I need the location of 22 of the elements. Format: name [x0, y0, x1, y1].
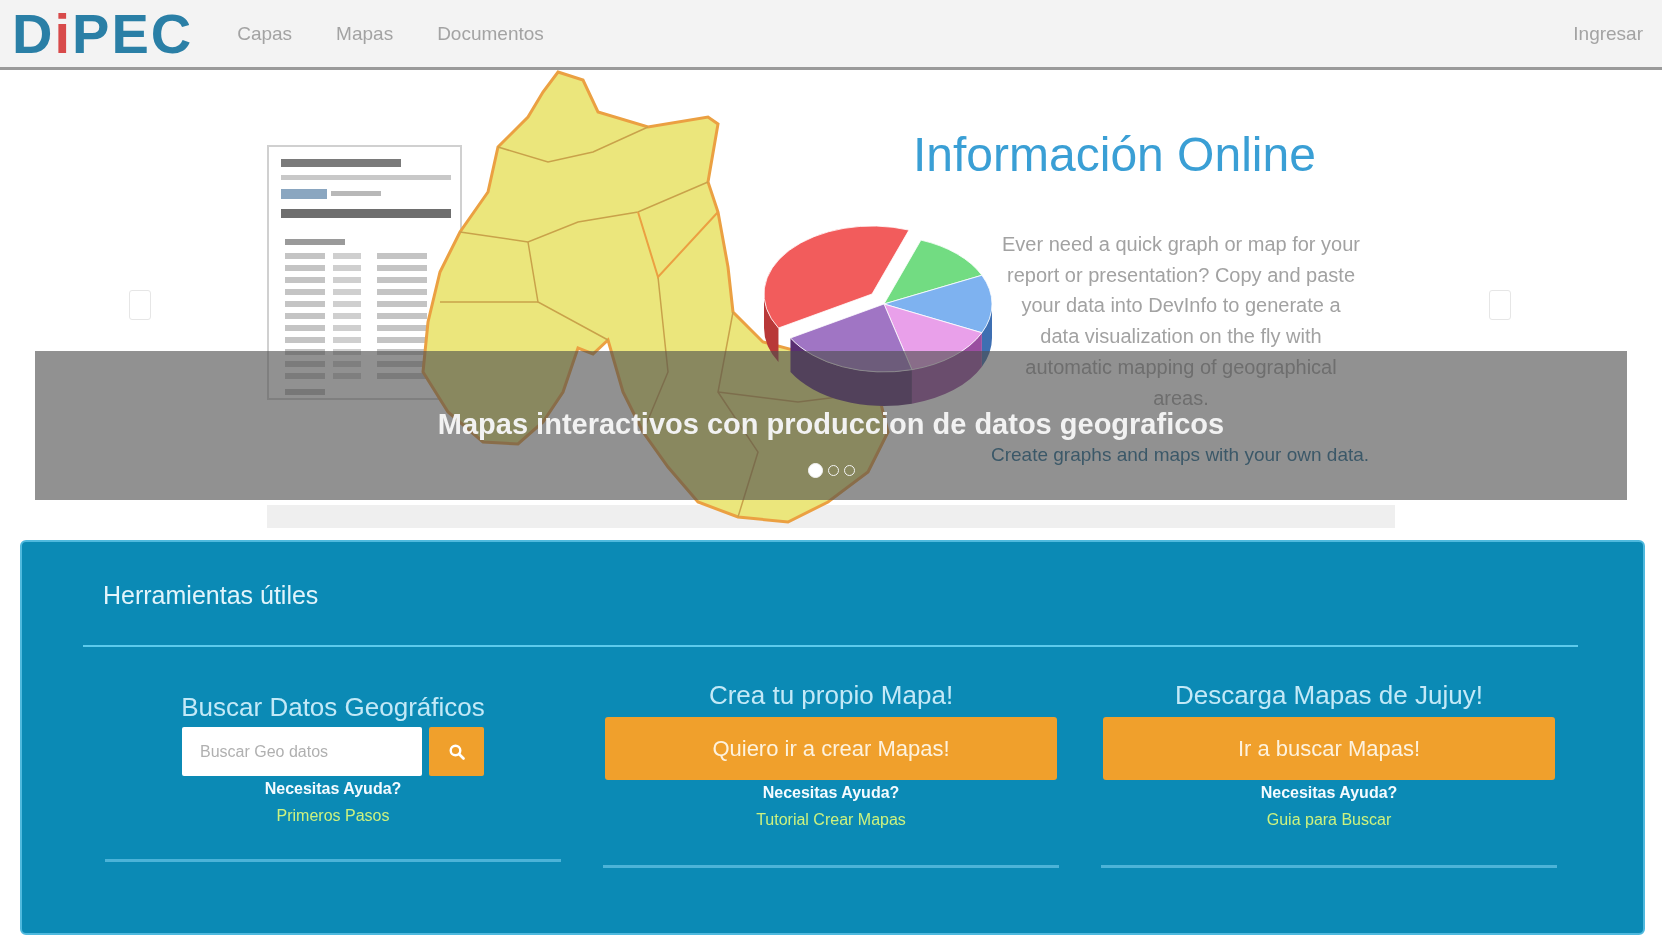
card-heading: Crea tu propio Mapa!: [708, 679, 954, 711]
nav-link[interactable]: Mapas: [314, 18, 416, 49]
help-text: Necesitas Ayuda?: [762, 783, 900, 803]
card-heading: Buscar Datos Geográficos: [181, 691, 485, 723]
help-link[interactable]: Primeros Pasos: [276, 804, 390, 828]
nav-link[interactable]: Documentos: [415, 18, 566, 49]
help-link[interactable]: Tutorial Crear Mapas: [756, 808, 906, 832]
help-text: Necesitas Ayuda?: [1260, 783, 1398, 803]
tools-title: Herramientas útiles: [103, 580, 319, 610]
action-button[interactable]: Ir a buscar Mapas!: [1103, 717, 1555, 780]
slide-title: Información Online: [913, 127, 1316, 182]
action-button[interactable]: Quiero ir a crear Mapas!: [605, 717, 1057, 780]
card-heading: Descarga Mapas de Jujuy!: [1175, 679, 1483, 711]
help-text: Necesitas Ayuda?: [264, 779, 402, 799]
search-button[interactable]: [429, 727, 484, 776]
logo[interactable]: DiPEC: [12, 5, 194, 62]
search-icon: [448, 743, 465, 760]
login-link[interactable]: Ingresar: [1573, 22, 1643, 45]
nav-link[interactable]: Capas: [215, 18, 315, 49]
search-field[interactable]: Buscar Geo datos: [182, 727, 422, 776]
slide-link[interactable]: Create graphs and maps with your own data.: [991, 444, 1370, 467]
help-link[interactable]: Guia para Buscar: [1266, 808, 1392, 832]
